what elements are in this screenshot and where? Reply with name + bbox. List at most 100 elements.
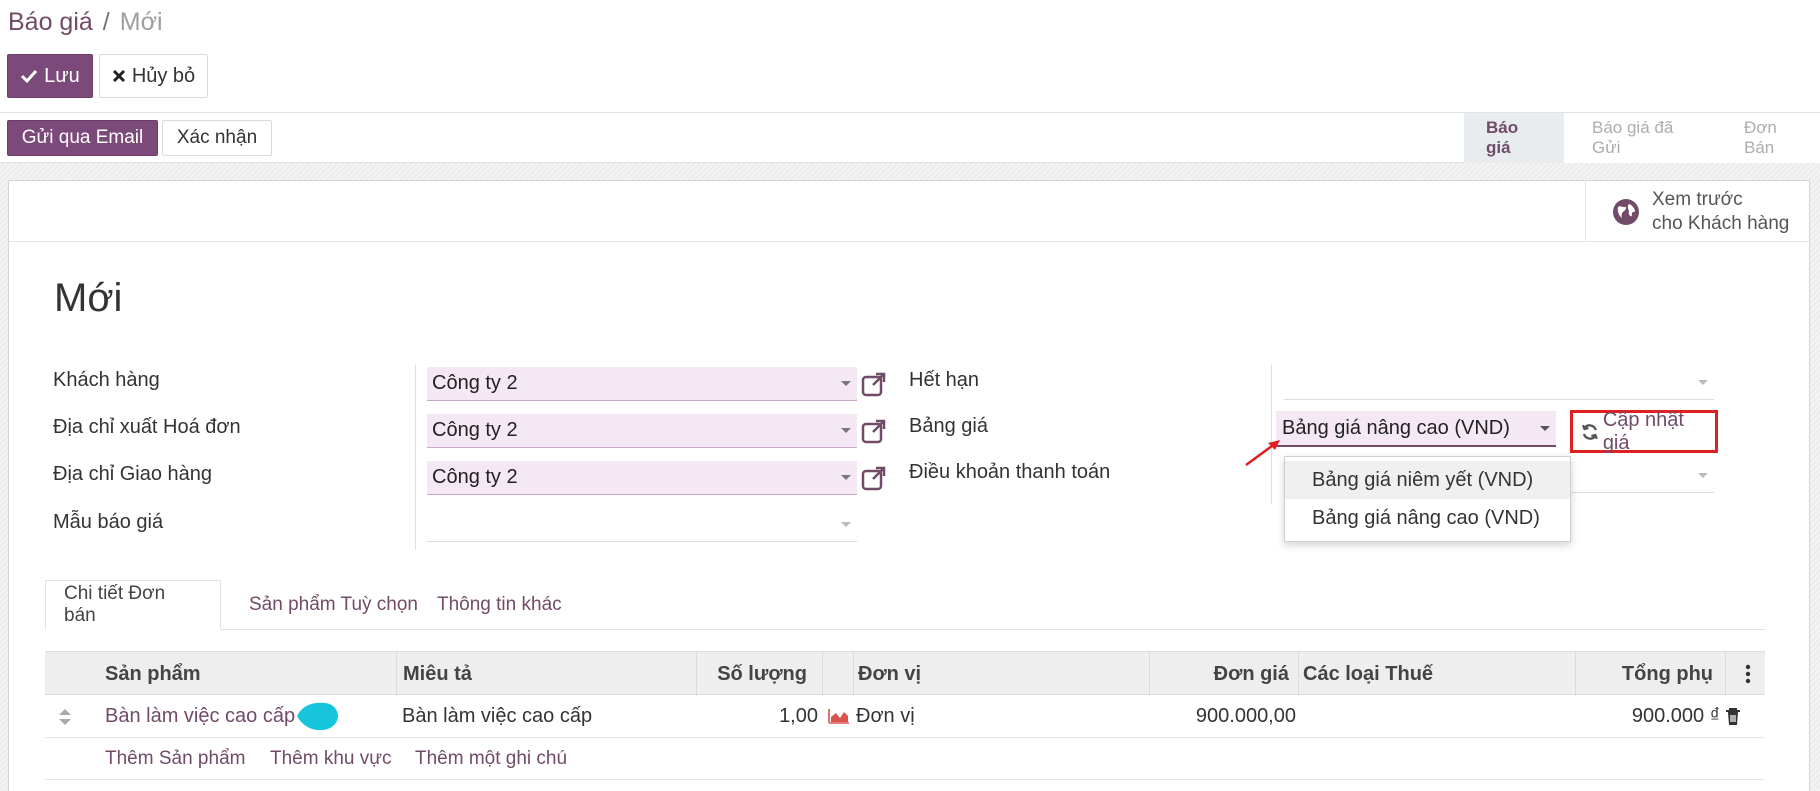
pricelist-field[interactable]: Bảng giá nâng cao (VND) xyxy=(1276,411,1556,447)
quotation-template-label: Mẫu báo giá xyxy=(53,511,164,533)
column-header-taxes[interactable]: Các loại Thuế xyxy=(1303,652,1433,696)
discard-button-label: Hủy bỏ xyxy=(131,64,196,87)
invoice-address-field[interactable]: Công ty 2 xyxy=(427,414,857,448)
delivery-address-value: Công ty 2 xyxy=(432,466,518,488)
chevron-down-icon[interactable] xyxy=(841,428,851,433)
customer-preview-button[interactable]: Xem trước cho Khách hàng xyxy=(1585,181,1809,242)
cell-quantity[interactable]: 1,00 xyxy=(701,695,818,738)
chevron-down-icon[interactable] xyxy=(1540,426,1550,431)
external-link-icon[interactable] xyxy=(861,418,887,444)
column-divider xyxy=(696,652,697,696)
update-price-label: Cập nhật giá xyxy=(1602,408,1684,454)
status-step-sent[interactable]: Báo giá đã Gửi xyxy=(1564,113,1716,163)
cell-subtotal: 900.000 ₫ xyxy=(1631,705,1720,727)
status-step-label: Báo giá đã Gửi xyxy=(1592,118,1674,157)
close-icon xyxy=(112,69,125,83)
pricelist-dropdown: Bảng giá niêm yết (VND) Bảng giá nâng ca… xyxy=(1284,456,1571,542)
send-email-button[interactable]: Gửi qua Email xyxy=(7,120,158,156)
chevron-down-icon[interactable] xyxy=(841,522,851,527)
statusbar: Gửi qua Email Xác nhận Báo giá Báo giá đ… xyxy=(0,113,1820,163)
control-panel: Báo giá / Mới Lưu Hủy bỏ xyxy=(0,0,1820,113)
breadcrumb-parent-link[interactable]: Báo giá xyxy=(8,8,93,37)
cell-description[interactable]: Bàn làm việc cao cấp xyxy=(402,695,592,738)
forecast-chart-icon[interactable] xyxy=(828,708,850,724)
column-divider xyxy=(853,652,854,696)
pricelist-option[interactable]: Bảng giá nâng cao (VND) xyxy=(1285,499,1570,537)
tab-optional-products[interactable]: Sản phẩm Tuỳ chọn xyxy=(231,580,436,630)
tab-other-info[interactable]: Thông tin khác xyxy=(419,580,580,630)
column-options-icon[interactable] xyxy=(1745,664,1751,684)
customer-preview-label: Xem trước cho Khách hàng xyxy=(1652,188,1789,236)
add-note-link[interactable]: Thêm một ghi chú xyxy=(415,738,567,780)
column-divider xyxy=(1725,652,1726,696)
column-header-subtotal[interactable]: Tổng phụ xyxy=(1579,652,1713,696)
column-divider xyxy=(822,652,823,696)
external-link-icon[interactable] xyxy=(861,465,887,491)
column-divider xyxy=(396,652,397,696)
status-step-label: Đơn Bán xyxy=(1744,118,1777,157)
column-header-uom[interactable]: Đơn vị xyxy=(858,652,921,696)
update-price-button[interactable]: Cập nhật giá xyxy=(1570,408,1718,454)
delivery-address-label: Địa chỉ Giao hàng xyxy=(53,463,212,485)
order-lines-header: Sản phẩm Miêu tả Số lượng Đơn vị Đơn giá… xyxy=(45,651,1765,696)
status-step-label: Báo giá xyxy=(1486,118,1519,157)
pricelist-option[interactable]: Bảng giá niêm yết (VND) xyxy=(1285,461,1570,499)
tab-order-lines[interactable]: Chi tiết Đơn bán xyxy=(45,580,221,630)
confirm-button[interactable]: Xác nhận xyxy=(162,120,272,156)
column-header-unit-price[interactable]: Đơn giá xyxy=(1153,652,1289,696)
add-product-link[interactable]: Thêm Sản phẩm xyxy=(105,738,245,780)
column-divider xyxy=(1149,652,1150,696)
customer-value: Công ty 2 xyxy=(432,372,518,394)
check-icon xyxy=(21,69,38,84)
annotation-dot xyxy=(297,702,338,731)
expiration-field[interactable] xyxy=(1284,366,1714,400)
save-button[interactable]: Lưu xyxy=(7,54,93,98)
column-header-quantity[interactable]: Số lượng xyxy=(701,652,807,696)
annotation-arrow xyxy=(1245,440,1280,467)
pricelist-label: Bảng giá xyxy=(909,415,988,437)
discard-button[interactable]: Hủy bỏ xyxy=(99,54,208,98)
breadcrumb: Báo giá / Mới xyxy=(8,8,163,37)
quotation-template-field[interactable] xyxy=(427,508,857,542)
button-box: Xem trước cho Khách hàng xyxy=(9,181,1809,242)
cell-unit-price[interactable]: 900.000,00 xyxy=(1153,695,1296,738)
cell-product[interactable]: Bàn làm việc cao cấp xyxy=(105,695,295,738)
chevron-down-icon[interactable] xyxy=(841,475,851,480)
left-group-divider xyxy=(415,364,416,550)
chevron-down-icon[interactable] xyxy=(1698,380,1708,385)
save-button-label: Lưu xyxy=(44,64,80,87)
add-section-link[interactable]: Thêm khu vực xyxy=(270,738,391,780)
status-strip: Báo giá Báo giá đã Gửi Đơn Bán xyxy=(1464,113,1820,163)
refresh-icon xyxy=(1581,423,1598,440)
invoice-address-label: Địa chỉ xuất Hoá đơn xyxy=(53,416,241,438)
table-row[interactable]: Bàn làm việc cao cấp Bàn làm việc cao cấ… xyxy=(45,695,1765,738)
status-step-quotation[interactable]: Báo giá xyxy=(1464,113,1564,163)
column-divider xyxy=(1575,652,1576,696)
globe-icon xyxy=(1613,198,1639,225)
status-step-sale-order[interactable]: Đơn Bán xyxy=(1716,113,1820,163)
trash-icon[interactable] xyxy=(1725,707,1741,726)
cell-uom[interactable]: Đơn vị xyxy=(856,695,915,738)
column-header-description[interactable]: Miêu tả xyxy=(403,652,472,696)
pricelist-value: Bảng giá nâng cao (VND) xyxy=(1282,416,1510,439)
chevron-down-icon[interactable] xyxy=(841,381,851,386)
invoice-address-value: Công ty 2 xyxy=(432,419,518,441)
add-line-row: Thêm Sản phẩm Thêm khu vực Thêm một ghi … xyxy=(45,738,1765,780)
expiration-label: Hết hạn xyxy=(909,369,980,391)
column-header-product[interactable]: Sản phẩm xyxy=(105,652,201,696)
customer-label: Khách hàng xyxy=(53,369,160,391)
breadcrumb-separator: / xyxy=(102,8,110,36)
chevron-down-icon[interactable] xyxy=(1698,473,1708,478)
external-link-icon[interactable] xyxy=(861,371,887,397)
notebook-tabs: Chi tiết Đơn bán Sản phẩm Tuỳ chọn Thông… xyxy=(45,580,1765,630)
record-title: Mới xyxy=(54,276,123,320)
drag-handle-icon[interactable] xyxy=(58,707,72,727)
payment-terms-label: Điều khoản thanh toán xyxy=(909,461,1111,483)
delivery-address-field[interactable]: Công ty 2 xyxy=(427,461,857,495)
preview-line-2: cho Khách hàng xyxy=(1652,212,1790,234)
column-divider xyxy=(1298,652,1299,696)
right-group-divider xyxy=(1271,364,1272,504)
customer-field[interactable]: Công ty 2 xyxy=(427,367,857,401)
breadcrumb-current: Mới xyxy=(119,8,163,36)
preview-line-1: Xem trước xyxy=(1652,188,1743,210)
